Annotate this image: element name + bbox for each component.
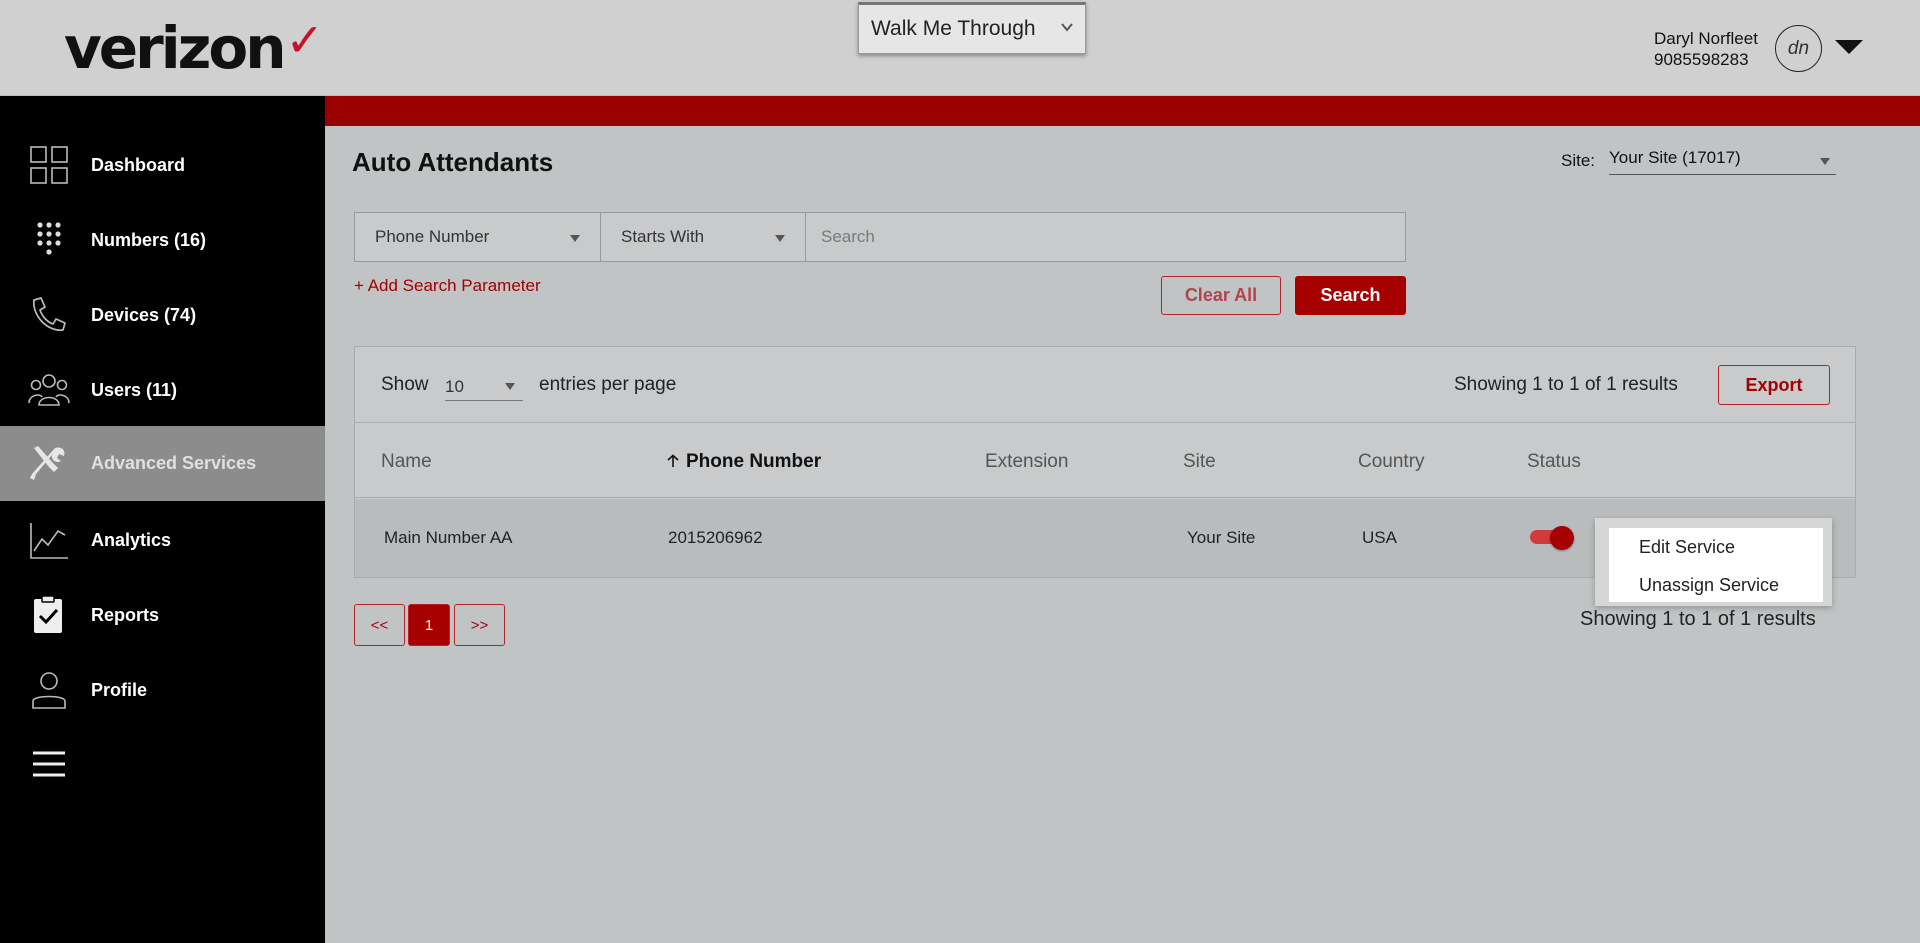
keypad-icon [37, 222, 61, 255]
status-toggle[interactable] [1530, 524, 1574, 550]
sidebar-item-label: Devices (74) [91, 305, 197, 325]
cell-country: USA [1362, 528, 1397, 547]
show-label: Show [381, 374, 429, 395]
pagination-prev-button[interactable]: << [354, 604, 405, 646]
hamburger-menu-icon [33, 751, 65, 777]
dropdown-caret-icon [570, 235, 580, 242]
profile-icon [32, 672, 66, 709]
export-button[interactable]: Export [1718, 365, 1830, 405]
tools-icon [30, 446, 65, 480]
sidebar-item-users[interactable]: Users (11) [0, 353, 325, 428]
toggle-knob [1550, 526, 1574, 550]
entries-per-page-value: 10 [445, 377, 464, 396]
pagination-page-button[interactable]: 1 [408, 604, 450, 646]
site-dropdown-caret-icon [1820, 158, 1830, 165]
analytics-icon [30, 523, 68, 559]
logo-checkmark: ✓ [285, 13, 325, 67]
cell-name: Main Number AA [384, 528, 513, 547]
row-actions-menu: Edit Service Unassign Service [1595, 518, 1832, 606]
sidebar-item-label: Advanced Services [91, 453, 257, 473]
cell-site: Your Site [1187, 528, 1256, 547]
sidebar-item-label: Reports [91, 605, 160, 625]
site-label: Site: [1561, 151, 1596, 170]
dropdown-caret-icon [505, 383, 515, 390]
search-input[interactable] [806, 213, 1405, 261]
menu-item-edit-service[interactable]: Edit Service [1639, 537, 1735, 558]
user-name: Daryl Norfleet [1654, 29, 1758, 48]
phone-icon [33, 297, 66, 331]
top-header: verizon✓ Walk Me Through Daryl Norfleet … [0, 0, 1920, 96]
chevron-down-icon [1061, 23, 1073, 32]
site-select[interactable]: Your Site (17017) [1609, 148, 1836, 175]
search-operator-select[interactable]: Starts With [601, 213, 806, 261]
user-info: Daryl Norfleet 9085598283 [1654, 28, 1758, 70]
sidebar-item-profile[interactable]: Profile [0, 653, 325, 728]
page-title: Auto Attendants [352, 147, 554, 177]
column-header-phone-number[interactable]: Phone Number [666, 451, 821, 473]
sidebar-item-label: Users (11) [91, 380, 178, 400]
sidebar-item-label: Dashboard [91, 155, 186, 175]
add-search-parameter-link[interactable]: + Add Search Parameter [354, 276, 541, 296]
column-header-name[interactable]: Name [381, 451, 432, 473]
sidebar-item-numbers[interactable]: Numbers (16) [0, 203, 325, 278]
site-select-value: Your Site (17017) [1609, 148, 1741, 167]
users-icon [28, 374, 70, 406]
column-header-extension[interactable]: Extension [985, 451, 1068, 473]
menu-item-unassign-service[interactable]: Unassign Service [1639, 575, 1779, 596]
menu-list: Edit Service Unassign Service [1609, 528, 1823, 602]
logo-text: verizon [64, 14, 287, 82]
sidebar-item-label: Profile [91, 680, 148, 700]
walk-me-through-button[interactable]: Walk Me Through [858, 2, 1086, 54]
entries-per-page-label: entries per page [539, 374, 677, 395]
avatar-initials: dn [1787, 37, 1810, 59]
pagination-next-button[interactable]: >> [454, 604, 505, 646]
walk-me-through-label: Walk Me Through [871, 17, 1036, 40]
search-field-value: Phone Number [375, 227, 490, 246]
user-phone: 9085598283 [1654, 50, 1749, 69]
entries-per-page-select[interactable]: 10 [445, 369, 523, 401]
column-header-country[interactable]: Country [1358, 451, 1425, 473]
column-header-site[interactable]: Site [1183, 451, 1216, 473]
clear-all-button[interactable]: Clear All [1161, 276, 1281, 315]
results-count-footer: Showing 1 to 1 of 1 results [1580, 608, 1816, 630]
column-header-label: Phone Number [686, 451, 822, 472]
sidebar-item-label: Numbers (16) [91, 230, 207, 250]
avatar[interactable]: dn [1775, 25, 1822, 72]
column-header-status[interactable]: Status [1527, 451, 1581, 473]
dashboard-grid-icon [30, 146, 68, 184]
sidebar-item-devices[interactable]: Devices (74) [0, 278, 325, 353]
search-operator-value: Starts With [621, 227, 705, 246]
results-count: Showing 1 to 1 of 1 results [1454, 374, 1678, 395]
search-bar: Phone Number Starts With [354, 212, 1406, 262]
sidebar-item-advanced-services[interactable]: Advanced Services [0, 426, 325, 501]
search-button[interactable]: Search [1295, 276, 1406, 315]
verizon-logo[interactable]: verizon✓ [64, 13, 325, 84]
sidebar-item-analytics[interactable]: Analytics [0, 503, 325, 578]
dropdown-caret-icon [775, 235, 785, 242]
table-toolbar: Show 10 entries per page Showing 1 to 1 … [355, 347, 1855, 423]
cell-phone-number: 2015206962 [668, 528, 763, 547]
sidebar-item-label: Analytics [91, 530, 172, 550]
sidebar-menu-toggle[interactable] [0, 727, 325, 802]
sidebar: Dashboard Numbers (16) Devices (74) User… [0, 96, 325, 943]
accent-band [300, 96, 1920, 126]
sidebar-item-reports[interactable]: Reports [0, 578, 325, 653]
search-field-select[interactable]: Phone Number [355, 213, 601, 261]
table-header: Name Phone Number Extension Site Country… [355, 423, 1855, 498]
clipboard-check-icon [34, 596, 62, 633]
sidebar-item-dashboard[interactable]: Dashboard [0, 128, 325, 203]
sort-ascending-icon [667, 454, 679, 467]
user-menu-caret-icon[interactable] [1835, 40, 1863, 54]
